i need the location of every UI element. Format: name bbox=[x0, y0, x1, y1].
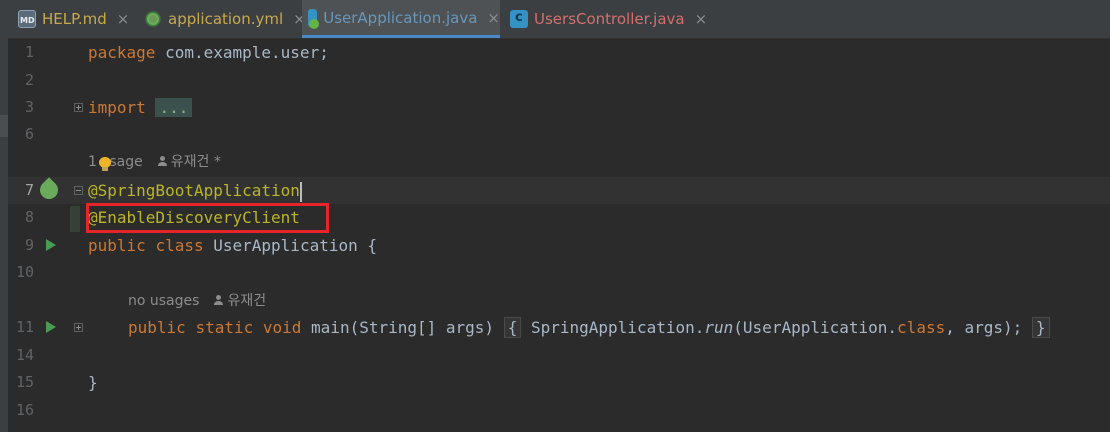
expand-fold-icon[interactable] bbox=[74, 103, 83, 112]
lightbulb-icon[interactable] bbox=[99, 157, 111, 171]
code-text: public class UserApplication { bbox=[88, 232, 377, 259]
person-icon bbox=[213, 295, 224, 305]
class-declaration: UserApplication { bbox=[203, 236, 377, 255]
code-line-7: 7 @SpringBootApplication bbox=[8, 177, 1110, 204]
editor-tab-bar: HELP.md × application.yml × UserApplicat… bbox=[8, 0, 1110, 39]
line-number: 3 bbox=[24, 98, 34, 116]
keyword: package bbox=[88, 43, 156, 62]
tool-window-marker bbox=[0, 115, 8, 137]
call-receiver: SpringApplication. bbox=[521, 318, 705, 337]
code-line-6: 6 bbox=[8, 121, 1110, 148]
author-name: 유재건 bbox=[227, 293, 267, 309]
keyword: class bbox=[897, 318, 946, 337]
code-line-3: 3 import ... bbox=[8, 94, 1110, 121]
code-line-15: 15 } bbox=[8, 369, 1110, 396]
usage-text: no usages bbox=[128, 293, 200, 309]
line-number: 11 bbox=[15, 318, 34, 336]
tab-application-yml[interactable]: application.yml × bbox=[138, 0, 306, 38]
code-line-10: 10 bbox=[8, 259, 1110, 286]
line-number: 8 bbox=[24, 208, 34, 226]
code-line-14: 14 bbox=[8, 342, 1110, 369]
tab-label: UserApplication.java bbox=[323, 8, 478, 27]
line-number: 15 bbox=[15, 373, 34, 391]
keyword: import bbox=[88, 98, 146, 117]
line-number: 16 bbox=[15, 401, 34, 419]
line-number: 7 bbox=[24, 181, 34, 199]
line-number: 2 bbox=[24, 71, 34, 89]
code-editor[interactable]: 1 package com.example.user; 2 3 import .… bbox=[8, 38, 1110, 432]
line-number: 9 bbox=[24, 236, 34, 254]
highlight-box bbox=[86, 203, 329, 233]
code-line-2: 2 bbox=[8, 67, 1110, 94]
package-name: com.example.user; bbox=[155, 43, 329, 62]
collapse-fold-icon[interactable] bbox=[74, 186, 83, 195]
tab-user-application-java[interactable]: UserApplication.java × bbox=[302, 0, 500, 38]
keyword: static bbox=[195, 318, 254, 337]
keyword: public bbox=[128, 318, 186, 337]
code-line-11: 11 public static void main(String[] args… bbox=[8, 314, 1110, 341]
tab-label: application.yml bbox=[168, 10, 284, 28]
method-signature: main(String[] args) bbox=[301, 318, 504, 337]
expand-fold-icon[interactable] bbox=[74, 323, 83, 332]
usage-text: sage bbox=[109, 154, 143, 170]
person-icon bbox=[157, 156, 167, 166]
annotation: @SpringBootApplication bbox=[88, 181, 300, 200]
folded-brace-close[interactable]: } bbox=[1031, 317, 1050, 338]
spring-bean-icon[interactable] bbox=[36, 177, 62, 203]
java-class-icon bbox=[308, 8, 320, 29]
call-end: , args); bbox=[945, 318, 1023, 337]
folded-brace-open[interactable]: { bbox=[503, 317, 522, 338]
run-icon[interactable] bbox=[46, 239, 56, 251]
code-line-16: 16 bbox=[8, 397, 1110, 424]
code-text: @SpringBootApplication bbox=[88, 177, 302, 204]
call-args: (UserApplication. bbox=[733, 318, 898, 337]
folded-imports[interactable]: ... bbox=[155, 98, 193, 117]
code-text: package com.example.user; bbox=[88, 39, 329, 66]
line-number: 14 bbox=[15, 346, 34, 364]
tab-users-controller-java[interactable]: UsersController.java × bbox=[504, 0, 707, 38]
usage-hint[interactable]: no usages 유재건 bbox=[128, 288, 266, 315]
close-icon[interactable]: × bbox=[487, 9, 500, 27]
line-number: 10 bbox=[15, 263, 34, 281]
code-line-1: 1 package com.example.user; bbox=[8, 39, 1110, 66]
keyword: public bbox=[88, 236, 146, 255]
author-name: 유재건 * bbox=[170, 154, 221, 170]
tool-window-strip bbox=[0, 0, 8, 432]
usage-hint[interactable]: 1 sage 유재건 * bbox=[88, 149, 221, 176]
java-class-icon bbox=[510, 10, 528, 28]
run-icon[interactable] bbox=[46, 321, 56, 333]
markdown-file-icon bbox=[18, 10, 36, 28]
tab-label: UsersController.java bbox=[534, 10, 685, 28]
keyword: class bbox=[155, 236, 204, 255]
close-icon[interactable]: × bbox=[695, 10, 708, 28]
code-text: import ... bbox=[88, 94, 193, 121]
line-number: 6 bbox=[24, 125, 34, 143]
line-number: 1 bbox=[24, 43, 34, 61]
yaml-file-icon bbox=[144, 10, 162, 28]
code-text: public static void main(String[] args) {… bbox=[128, 314, 1050, 341]
keyword: void bbox=[262, 318, 302, 337]
tab-help-md[interactable]: HELP.md × bbox=[12, 0, 129, 38]
code-line-9: 9 public class UserApplication { bbox=[8, 232, 1110, 259]
text-cursor bbox=[299, 181, 302, 202]
call-method: run bbox=[704, 318, 734, 337]
tab-label: HELP.md bbox=[42, 10, 107, 28]
close-icon[interactable]: × bbox=[117, 10, 130, 28]
code-text: } bbox=[88, 373, 98, 392]
